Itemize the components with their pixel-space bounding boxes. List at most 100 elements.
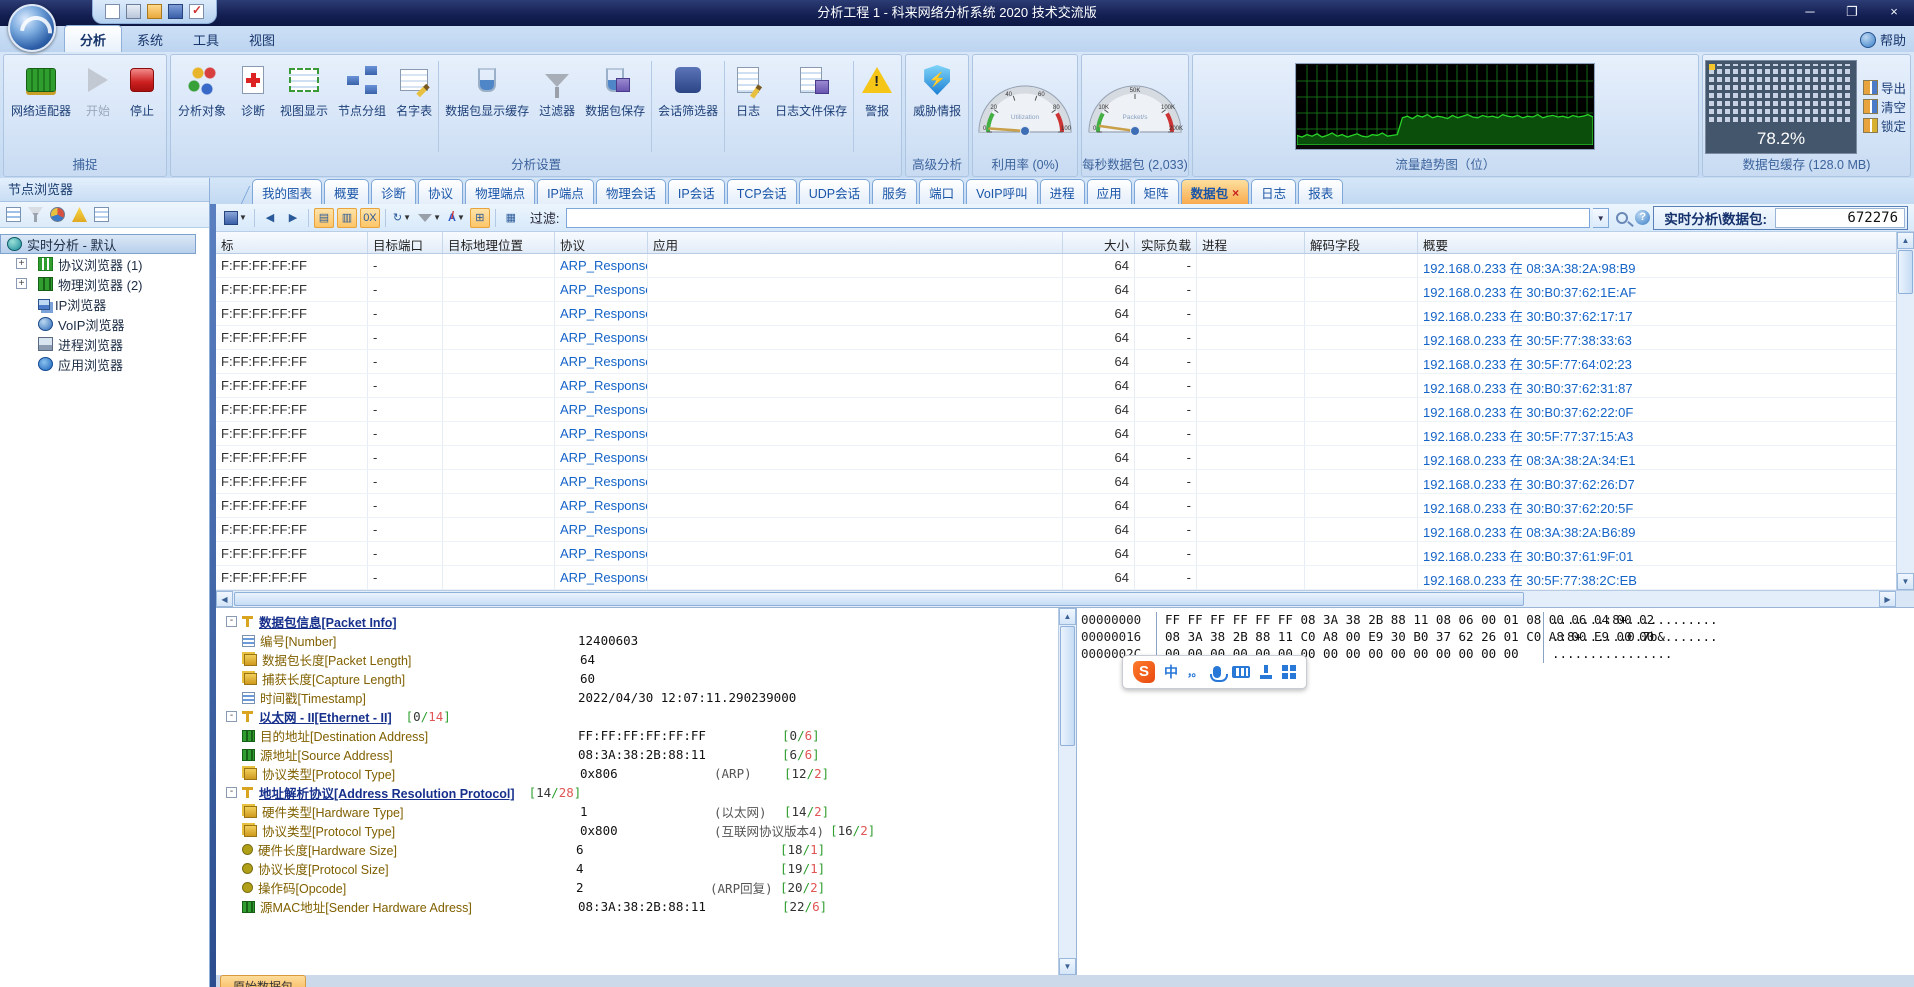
ribbon-tab[interactable]: 视图 bbox=[234, 26, 290, 52]
buffer-action-button[interactable]: 清空 bbox=[1863, 97, 1906, 116]
column-header[interactable]: 协议 bbox=[555, 232, 648, 253]
open-folder-icon[interactable] bbox=[147, 4, 162, 19]
scrollbar-thumb[interactable] bbox=[1898, 250, 1913, 294]
soft-keyboard-icon[interactable] bbox=[1232, 666, 1250, 678]
packet-row[interactable]: F:FF:FF:FF:FF - ARP_Response 64 - bbox=[216, 398, 1896, 422]
column-header[interactable]: 目标端口 bbox=[368, 232, 443, 253]
view-tab[interactable]: 进程 bbox=[1040, 179, 1085, 204]
buffer-action-button[interactable]: 锁定 bbox=[1863, 116, 1906, 135]
packet-row[interactable]: F:FF:FF:FF:FF - ARP_Response 64 - bbox=[216, 494, 1896, 518]
decode-row[interactable]: - 地址解析协议[Address Resolution Protocol] [1… bbox=[220, 783, 1058, 802]
buffer-action-button[interactable]: 导出 bbox=[1863, 78, 1906, 97]
next-packet-button[interactable]: ▶ bbox=[283, 208, 303, 228]
scroll-down-icon[interactable]: ▼ bbox=[1059, 958, 1076, 975]
packet-row[interactable]: F:FF:FF:FF:FF - ARP_Response 64 - bbox=[216, 422, 1896, 446]
save-packets-button[interactable]: ▼ bbox=[222, 208, 249, 228]
decode-row[interactable]: 时间戳[Timestamp] 2022/04/30 12:07:11.29023… bbox=[220, 688, 1058, 707]
ime-punctuation-icon[interactable]: ，。 bbox=[1187, 664, 1202, 680]
add-filter-icon[interactable] bbox=[28, 207, 43, 222]
analysis-settings-icon[interactable] bbox=[189, 4, 204, 19]
scroll-left-icon[interactable]: ◀ bbox=[216, 591, 233, 607]
packet-row[interactable]: F:FF:FF:FF:FF - ARP_Response 64 - bbox=[216, 302, 1896, 326]
previous-packet-button[interactable]: ◀ bbox=[260, 208, 280, 228]
ime-toolbar[interactable]: S 中 ，。 bbox=[1122, 655, 1307, 689]
packet-row[interactable]: F:FF:FF:FF:FF - ARP_Response 64 - bbox=[216, 278, 1896, 302]
decode-row[interactable]: 操作码[Opcode] 2 (ARP回复) [20/2] bbox=[220, 878, 1058, 897]
tree-item[interactable]: 实时分析 - 默认 bbox=[0, 234, 196, 254]
scroll-right-icon[interactable]: ▶ bbox=[1879, 591, 1896, 607]
scroll-up-icon[interactable]: ▲ bbox=[1897, 232, 1914, 249]
restore-button[interactable]: ❐ bbox=[1838, 2, 1866, 22]
decode-row[interactable]: 源地址[Source Address] 08:3A:38:2B:88:11 [6… bbox=[220, 745, 1058, 764]
packet-row[interactable]: F:FF:FF:FF:FF - ARP_Response 64 - bbox=[216, 566, 1896, 590]
view-tab[interactable]: TCP会话 bbox=[727, 179, 797, 204]
ribbon-tab[interactable]: 工具 bbox=[178, 26, 234, 52]
packet-row[interactable]: F:FF:FF:FF:FF - ARP_Response 64 - bbox=[216, 542, 1896, 566]
view-tab[interactable]: IP会话 bbox=[668, 179, 725, 204]
decode-row[interactable]: 协议类型[Protocol Type] 0x800 (互联网协议版本4) [16… bbox=[220, 821, 1058, 840]
scrollbar-thumb[interactable] bbox=[1060, 626, 1075, 746]
column-header[interactable]: 进程 bbox=[1197, 232, 1305, 253]
decode-scrollbar[interactable]: ▲ ▼ bbox=[1058, 608, 1076, 975]
view-tab[interactable]: IP端点 bbox=[537, 179, 594, 204]
sogou-logo-icon[interactable]: S bbox=[1133, 661, 1155, 683]
column-header[interactable]: 实际负载 bbox=[1135, 232, 1197, 253]
help-button[interactable]: 帮助 bbox=[1860, 30, 1906, 49]
ribbon-button[interactable]: 停止 bbox=[120, 57, 164, 156]
view-tab[interactable]: 物理端点 bbox=[465, 179, 535, 204]
collapse-icon[interactable]: - bbox=[226, 711, 237, 722]
view-tab[interactable]: 概要 bbox=[324, 179, 369, 204]
tree-view-toggle-button[interactable]: ⊞ bbox=[470, 208, 490, 228]
collapse-icon[interactable]: - bbox=[226, 616, 237, 627]
tree-item[interactable]: + 物理浏览器 (2) bbox=[0, 274, 209, 294]
raw-packet-tab[interactable]: 原始数据包 bbox=[220, 975, 306, 987]
ribbon-button[interactable]: 日志文件保存 bbox=[770, 57, 852, 156]
decode-row[interactable]: 数据包长度[Packet Length] 64 bbox=[220, 650, 1058, 669]
column-header[interactable]: 目标地理位置 bbox=[443, 232, 555, 253]
decode-options-button[interactable]: A▼ bbox=[446, 208, 467, 228]
tree-item[interactable]: + 协议浏览器 (1) bbox=[0, 254, 209, 274]
packet-row[interactable]: F:FF:FF:FF:FF - ARP_Response 64 - bbox=[216, 254, 1896, 278]
decode-row[interactable]: 源MAC地址[Sender Hardware Adress] 08:3A:38:… bbox=[220, 897, 1058, 916]
add-alarm-icon[interactable] bbox=[72, 207, 87, 222]
ribbon-tab[interactable]: 系统 bbox=[122, 26, 178, 52]
column-header[interactable]: 概要 bbox=[1418, 232, 1896, 253]
expander-icon[interactable]: + bbox=[16, 258, 27, 269]
lock-table-button[interactable]: ▦ bbox=[501, 208, 521, 228]
ribbon-button[interactable]: 节点分组 bbox=[333, 57, 391, 156]
view-tab[interactable]: 报表 bbox=[1298, 179, 1343, 204]
decode-row[interactable]: - 数据包信息[Packet Info] bbox=[220, 612, 1058, 631]
decode-row[interactable]: 协议长度[Protocol Size] 4 [19/1] bbox=[220, 859, 1058, 878]
packet-row[interactable]: F:FF:FF:FF:FF - ARP_Response 64 - bbox=[216, 374, 1896, 398]
ime-tools-icon[interactable] bbox=[1259, 665, 1273, 679]
horizontal-scrollbar[interactable]: ◀ ▶ bbox=[216, 590, 1914, 607]
ribbon-button[interactable]: 数据包保存 bbox=[580, 57, 650, 156]
save-icon[interactable] bbox=[168, 4, 183, 19]
close-button[interactable]: × bbox=[1880, 2, 1908, 22]
ribbon-button[interactable]: 日志 bbox=[726, 57, 770, 156]
scroll-up-icon[interactable]: ▲ bbox=[1059, 608, 1076, 625]
toggle-decode-pane-button[interactable]: ▥ bbox=[337, 208, 357, 228]
add-table-view-icon[interactable] bbox=[6, 207, 21, 222]
ribbon-button[interactable]: 网络适配器 bbox=[6, 57, 76, 156]
search-icon[interactable] bbox=[1616, 212, 1628, 224]
packet-row[interactable]: F:FF:FF:FF:FF - ARP_Response 64 - bbox=[216, 326, 1896, 350]
view-tab[interactable]: 端口 bbox=[919, 179, 964, 204]
packet-row[interactable]: F:FF:FF:FF:FF - ARP_Response 64 - bbox=[216, 518, 1896, 542]
collapse-icon[interactable]: - bbox=[226, 787, 237, 798]
view-tab[interactable]: 物理会话 bbox=[596, 179, 666, 204]
ribbon-button[interactable]: ⚡ 威胁情报 bbox=[908, 57, 966, 156]
filter-input[interactable] bbox=[566, 208, 1590, 228]
app-logo[interactable] bbox=[8, 4, 56, 52]
refresh-button[interactable]: ↻▼ bbox=[391, 208, 413, 228]
hex-line[interactable]: 00000000 FF FF FF FF FF FF 08 3A 38 2B 8… bbox=[1081, 612, 1914, 629]
packet-row[interactable]: F:FF:FF:FF:FF - ARP_Response 64 - bbox=[216, 350, 1896, 374]
ribbon-tab[interactable]: 分析 bbox=[64, 25, 122, 52]
view-tab[interactable]: 我的图表 bbox=[252, 179, 322, 204]
expander-icon[interactable]: + bbox=[16, 278, 27, 289]
ribbon-button[interactable]: 过滤器 bbox=[534, 57, 580, 156]
view-tab[interactable]: 数据包 × bbox=[1181, 179, 1250, 204]
view-tab[interactable]: 协议 bbox=[418, 179, 463, 204]
view-tab[interactable]: 服务 bbox=[872, 179, 917, 204]
filter-menu-button[interactable]: ▼ bbox=[416, 208, 443, 228]
